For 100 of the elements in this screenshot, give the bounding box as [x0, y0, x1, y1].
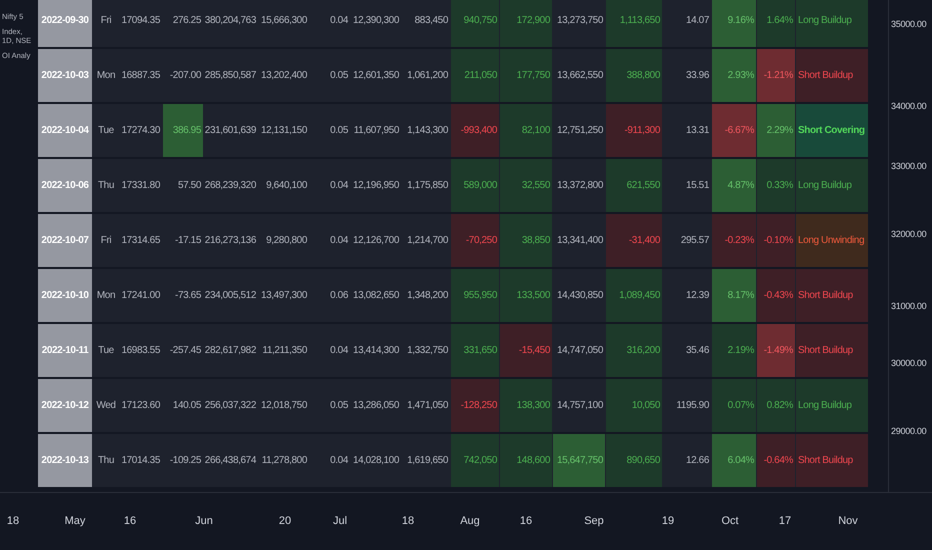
price-label: 29000.00 [891, 425, 926, 438]
table-cell-text: Tue [97, 344, 115, 358]
price-label: 31000.00 [891, 300, 926, 313]
time-label: 16 [520, 514, 532, 529]
table-cell: 742,050 [451, 434, 499, 487]
table-cell-text: 0.04 [329, 454, 350, 468]
table-cell-text: 276.25 [172, 14, 202, 28]
table-cell-text: 883,450 [414, 14, 449, 28]
table-cell-text: 14,747,050 [556, 344, 604, 358]
table-cell-text: 380,204,763 [204, 14, 257, 28]
table-cell-text: 295.57 [680, 234, 710, 248]
price-label: 33000.00 [891, 160, 926, 173]
table-cell-text: 1,332,750 [406, 344, 449, 358]
table-cell-text: 1,143,300 [406, 124, 449, 138]
table-cell-text: Tue [97, 124, 115, 138]
table-cell-text: 1,471,050 [406, 399, 449, 413]
table-cell-text: 14.07 [684, 14, 710, 28]
table-cell: Short Buildup [796, 269, 868, 322]
table-cell: 621,550 [606, 159, 662, 212]
table-cell-text: 13,414,300 [352, 344, 400, 358]
date-cell: 2022-10-11 [38, 324, 92, 377]
table-cell: -0.10% [757, 214, 795, 267]
table-cell: Short Buildup [796, 434, 868, 487]
time-label: Oct [721, 514, 739, 529]
table-cell-text: 12,131,150 [260, 124, 308, 138]
table-cell-text: 15,666,300 [260, 14, 308, 28]
table-cell-text: 13,372,800 [556, 179, 604, 193]
table-cell-text: 15.51 [684, 179, 710, 193]
time-label: 18 [6, 514, 20, 529]
table-cell: 2.29% [757, 104, 795, 157]
table-cell-text: 0.04 [329, 14, 350, 28]
table-cell-text: 0.04 [329, 234, 350, 248]
table-cell-text: -17.15 [174, 234, 202, 248]
table-cell-text: 285,850,587 [204, 69, 257, 83]
table-cell-text: 17274.30 [120, 124, 161, 138]
table-cell-text: -109.25 [168, 454, 202, 468]
table-cell: 138,300 [500, 379, 552, 432]
table-cell: 15,647,750 [553, 434, 605, 487]
table-cell-text: 0.04 [329, 179, 350, 193]
table-cell: Short Buildup [796, 49, 868, 102]
table-cell-text: Mon [96, 69, 116, 83]
table-cell-text: 16983.55 [120, 344, 161, 358]
table-cell-text: Thu [96, 454, 116, 468]
table-cell: 331,650 [451, 324, 499, 377]
table-cell: -911,300 [606, 104, 662, 157]
table-cell: Long Buildup [796, 159, 868, 212]
time-label: Sep [584, 514, 604, 529]
table-cell-text: 231,601,639 [204, 124, 257, 138]
table-cell-text: 9,280,800 [265, 234, 308, 248]
table-cell-text: 12,751,250 [556, 124, 604, 138]
table-cell-text: 12,018,750 [260, 399, 308, 413]
table-cell-text: 35.46 [684, 344, 710, 358]
table-cell: -1.21% [757, 49, 795, 102]
table-cell-text: 234,005,512 [204, 289, 257, 303]
time-label: 16 [124, 514, 136, 529]
time-label: Aug [460, 514, 480, 529]
table-cell: Long Buildup [796, 379, 868, 432]
table-cell-text: 13,202,400 [260, 69, 308, 83]
table-cell-text: Fri [100, 14, 112, 28]
table-cell-text: 14,430,850 [556, 289, 604, 303]
table-cell: -0.43% [757, 269, 795, 322]
table-cell: -15,450 [500, 324, 552, 377]
table-cell-text: 266,438,674 [204, 454, 258, 468]
time-label: Jul [332, 514, 348, 529]
table-cell-text: 14,757,100 [556, 399, 604, 413]
table-cell-text: Fri [100, 234, 112, 248]
table-cell-text: 1,619,650 [406, 454, 449, 468]
table-cell-text: 17094.35 [120, 14, 161, 28]
time-label: Jun [195, 514, 213, 529]
table-cell: -70,250 [451, 214, 499, 267]
time-label: 17 [778, 514, 792, 529]
date-cell: 2022-10-03 [38, 49, 92, 102]
table-cell-text: Thu [96, 179, 116, 193]
table-cell: -1.49% [757, 324, 795, 377]
table-cell-text: 268,239,320 [204, 179, 257, 193]
table-cell: 9.16% [712, 0, 756, 47]
table-cell: Long Buildup [796, 0, 868, 47]
table-cell-text: 17123.60 [120, 399, 161, 413]
table-cell: Short Buildup [796, 324, 868, 377]
table-cell: 0.33% [757, 159, 795, 212]
table-cell: -0.23% [712, 214, 756, 267]
date-cell: 2022-10-12 [38, 379, 92, 432]
price-label: 30000.00 [891, 357, 926, 370]
table-cell: -0.64% [757, 434, 795, 487]
table-cell-text: 12,196,950 [352, 179, 400, 193]
table-cell: 2.19% [712, 324, 756, 377]
table-cell: 589,000 [451, 159, 499, 212]
table-cell-text: 17014.35 [120, 454, 161, 468]
table-cell: 6.04% [712, 434, 756, 487]
table-cell-text: 11,278,800 [260, 454, 308, 468]
table-cell: 172,900 [500, 0, 552, 47]
date-cell: 2022-10-10 [38, 269, 92, 322]
table-cell: 2.93% [712, 49, 756, 102]
table-cell: 4.87% [712, 159, 756, 212]
table-cell-text: 12.39 [684, 289, 710, 303]
table-cell-text: 0.05 [329, 399, 349, 413]
table-cell-text: 282,617,982 [204, 344, 257, 358]
table-cell: 32,550 [500, 159, 552, 212]
table-cell-text: 13,497,300 [260, 289, 308, 303]
table-cell: 386.95 [163, 104, 203, 157]
